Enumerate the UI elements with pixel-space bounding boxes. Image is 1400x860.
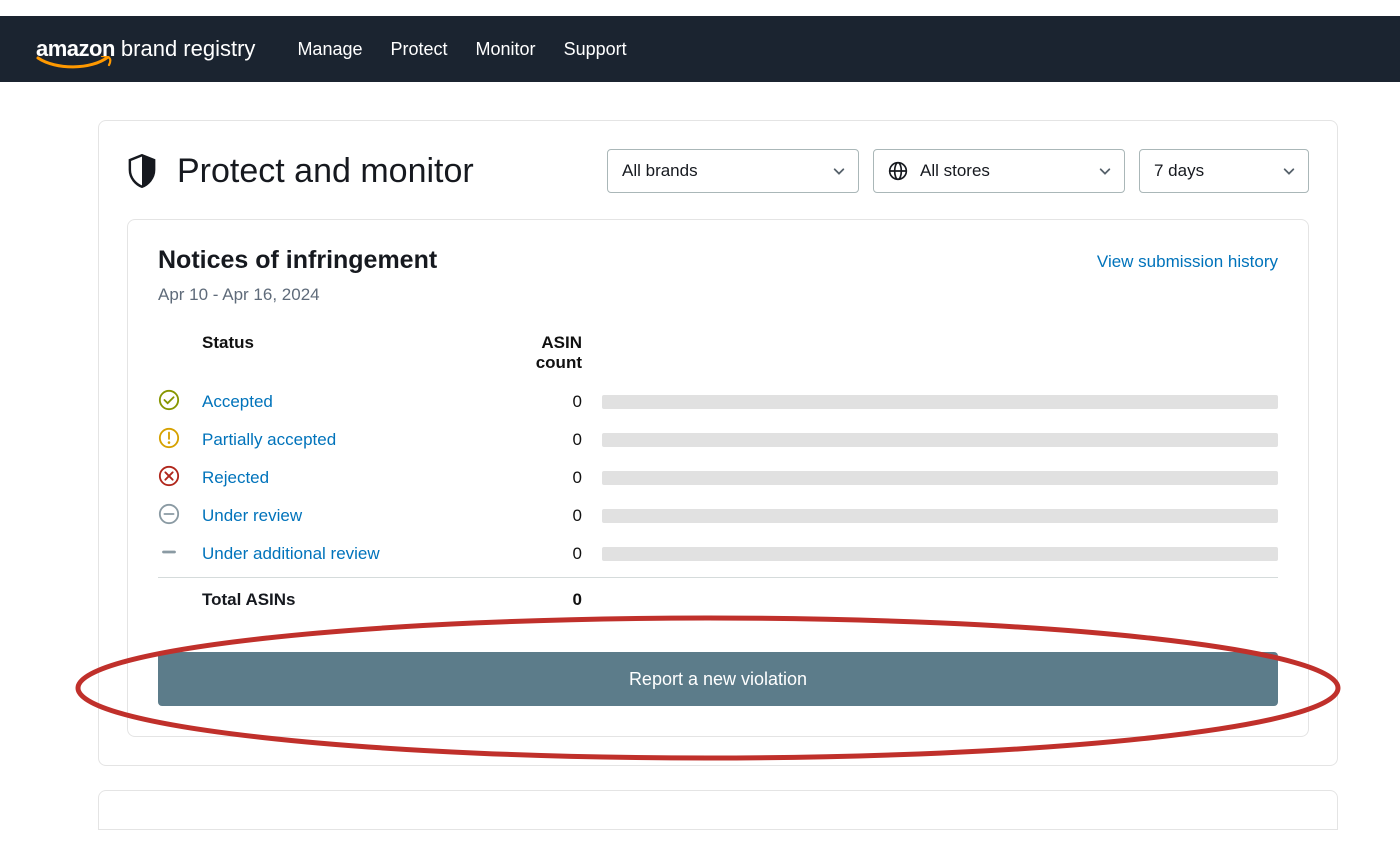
status-count-under-review: 0	[502, 506, 602, 526]
status-count-additional-review: 0	[502, 544, 602, 564]
title-group: Protect and monitor	[127, 152, 474, 191]
brands-select[interactable]: All brands	[607, 149, 859, 193]
col-header-count: ASIN count	[502, 333, 602, 373]
status-bar	[602, 433, 1278, 447]
next-card-peek	[98, 790, 1338, 830]
top-nav: amazon brand registry Manage Protect Mon…	[0, 16, 1400, 82]
alert-circle-icon	[158, 427, 180, 449]
logo-amazon-word: amazon	[36, 36, 115, 62]
status-row-partial: Partially accepted 0	[158, 421, 1278, 459]
brands-select-value: All brands	[622, 161, 698, 181]
minus-circle-icon	[158, 503, 180, 525]
stores-select-value: All stores	[920, 161, 990, 181]
col-header-status: Status	[202, 333, 502, 373]
nav-manage[interactable]: Manage	[297, 39, 362, 60]
shield-icon	[127, 154, 157, 188]
status-table-head: Status ASIN count	[158, 333, 1278, 383]
status-row-under-review: Under review 0	[158, 497, 1278, 535]
nav-protect[interactable]: Protect	[391, 39, 448, 60]
stores-select[interactable]: All stores	[873, 149, 1125, 193]
daterange-select-value: 7 days	[1154, 161, 1204, 181]
protect-monitor-card: Protect and monitor All brands All store…	[98, 120, 1338, 766]
status-row-total: Total ASINs 0	[158, 577, 1278, 610]
status-link-accepted[interactable]: Accepted	[202, 392, 502, 412]
brand-registry-logo[interactable]: amazon brand registry	[36, 36, 255, 62]
view-submission-history-link[interactable]: View submission history	[1097, 252, 1278, 272]
nav-support[interactable]: Support	[564, 39, 627, 60]
report-new-violation-button[interactable]: Report a new violation	[158, 652, 1278, 706]
total-count: 0	[502, 590, 602, 610]
panel-date-range: Apr 10 - Apr 16, 2024	[158, 285, 437, 305]
status-bar	[602, 395, 1278, 409]
card-header: Protect and monitor All brands All store…	[127, 149, 1309, 193]
browser-chrome-strip	[0, 0, 1400, 16]
status-link-additional-review[interactable]: Under additional review	[202, 544, 502, 564]
chevron-down-icon	[1282, 164, 1296, 178]
status-row-additional-review: Under additional review 0	[158, 535, 1278, 573]
report-button-label: Report a new violation	[629, 669, 807, 690]
total-label: Total ASINs	[202, 590, 502, 610]
daterange-select[interactable]: 7 days	[1139, 149, 1309, 193]
nav-items: Manage Protect Monitor Support	[297, 39, 626, 60]
panel-header: Notices of infringement Apr 10 - Apr 16,…	[158, 246, 1278, 305]
chevron-down-icon	[1098, 164, 1112, 178]
logo-brand-registry-text: brand registry	[121, 36, 256, 62]
status-row-rejected: Rejected 0	[158, 459, 1278, 497]
status-bar	[602, 547, 1278, 561]
globe-icon	[888, 161, 908, 181]
status-link-under-review[interactable]: Under review	[202, 506, 502, 526]
status-bar	[602, 471, 1278, 485]
check-circle-icon	[158, 389, 180, 411]
page-title: Protect and monitor	[177, 152, 474, 191]
status-count-partial: 0	[502, 430, 602, 450]
status-link-rejected[interactable]: Rejected	[202, 468, 502, 488]
status-table: Status ASIN count Accepted 0	[158, 333, 1278, 610]
filter-bar: All brands All stores	[607, 149, 1309, 193]
page-content: Protect and monitor All brands All store…	[0, 82, 1400, 860]
status-bar	[602, 509, 1278, 523]
nav-monitor[interactable]: Monitor	[476, 39, 536, 60]
amazon-smile-icon	[36, 56, 114, 70]
x-circle-icon	[158, 465, 180, 487]
minus-icon	[158, 541, 180, 563]
infringement-panel: Notices of infringement Apr 10 - Apr 16,…	[127, 219, 1309, 737]
panel-title: Notices of infringement	[158, 246, 437, 275]
status-row-accepted: Accepted 0	[158, 383, 1278, 421]
chevron-down-icon	[832, 164, 846, 178]
status-count-accepted: 0	[502, 392, 602, 412]
status-link-partial[interactable]: Partially accepted	[202, 430, 502, 450]
status-count-rejected: 0	[502, 468, 602, 488]
